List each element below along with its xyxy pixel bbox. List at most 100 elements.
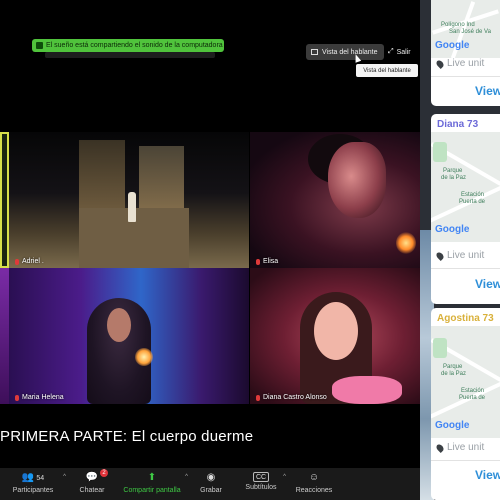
location-pin-icon [435,250,445,261]
exit-fullscreen-button[interactable]: ⤢ Salir [388,44,420,60]
participant-name-tag: Maria Helena [15,394,64,401]
share-screen-label: Compartir pantalla [123,487,181,494]
record-button[interactable]: ◉ Grabar [186,468,236,500]
sound-sharing-banner: El sueño está compartiendo el sonido de … [32,39,224,52]
map-thumbnail[interactable]: Parque de la Paz Estación Puerta de Goog… [431,132,500,242]
caption-text: PRIMERA PARTE: El cuerpo duerme [0,428,254,445]
map-label: Estación [461,388,485,394]
participant-name: Adriel . [22,258,44,265]
map-label: Parque [443,364,463,370]
candle-glow-image [135,348,153,366]
sound-sharing-text: El sueño está compartiendo el sonido de … [46,42,223,49]
chat-icon: 💬 [85,472,99,483]
record-icon: ◉ [206,472,216,483]
subtitles-label: Subtítulos [245,484,277,491]
video-tile-maria-helena[interactable]: Maria Helena [9,268,249,404]
map-thumbnail[interactable]: Parque de la Paz Estación Puerta de Goog… [431,326,500,438]
google-logo: Google [435,224,470,235]
map-label: Estación [461,192,485,198]
speaker-view-button[interactable]: Vista del hablante [306,44,384,60]
hands-image [332,376,402,404]
video-tile-adriel[interactable]: Adriel . [9,132,249,268]
muted-mic-icon [256,258,260,265]
grid-icon [311,49,318,55]
cc-icon: CC [252,472,270,482]
unit-card: Agostina 73 Parque de la Paz Estación Pu… [431,308,500,500]
live-unit-row: Live unit [435,442,485,453]
subtitles-button[interactable]: CC Subtítulos ^ [236,468,286,500]
record-label: Grabar [200,487,222,494]
park-area [433,338,447,358]
smiley-icon: ☺ [308,472,320,483]
video-tile-elisa[interactable]: Elisa [250,132,420,268]
face-image [314,302,358,360]
participants-label: Participantes [12,487,54,494]
google-logo: Google [435,420,470,431]
location-pin-icon [435,442,445,453]
share-screen-icon: ⬆ [147,472,157,483]
divider [431,268,500,269]
building-image [79,140,125,210]
divider [431,76,500,77]
video-tile-partial-left-bottom[interactable] [0,268,9,404]
unit-card: Diana 73 Parque de la Paz Estación Puert… [431,114,500,304]
live-unit-label: Live unit [447,250,485,261]
participant-name: Maria Helena [22,394,64,401]
chat-badge: 2 [100,469,108,477]
sound-sharing-subbar [45,52,215,58]
speaker-icon [36,42,43,49]
face-image [328,142,386,218]
meeting-toolbar: 👥 54 Participantes ^ 💬 2 Chatear ⬆ Compar… [0,468,420,500]
participants-icon: 👥 54 [21,472,45,483]
participants-button[interactable]: 👥 54 Participantes ^ [0,468,66,500]
chat-label: Chatear [79,487,105,494]
exit-label: Salir [396,48,411,56]
muted-mic-icon [256,394,260,401]
muted-mic-icon [15,258,19,265]
participant-name-tag: Adriel . [15,258,44,265]
map-label: Parque [443,168,463,174]
live-unit-row: Live unit [435,250,485,261]
participants-count: 54 [36,475,45,482]
live-unit-label: Live unit [447,442,485,453]
reactions-button[interactable]: ☺ Reacciones [286,468,342,500]
park-area [433,142,447,162]
unit-title: Agostina 73 [437,313,494,324]
share-screen-button[interactable]: ⬆ Compartir pantalla ^ [118,468,188,500]
zoom-meeting-window: El sueño está compartiendo el sonido de … [0,0,420,500]
participant-name: Elisa [263,258,279,265]
unit-card: Polígono Ind San José de Va Google Live … [431,0,500,106]
unit-title: Diana 73 [437,119,479,130]
video-tile-diana-castro-alonso[interactable]: Diana Castro Alonso [250,268,420,404]
map-label: Puerta de [459,199,486,205]
map-label: de la Paz [441,371,467,377]
divider [431,460,500,461]
map-label: San José de Va [449,29,491,35]
live-unit-row: Live unit [435,58,485,69]
person-figure-image [128,192,136,222]
map-label: de la Paz [441,175,467,181]
video-tile-partial-left-top[interactable] [0,132,9,268]
map-label: Polígono Ind [441,22,475,28]
participant-name-tag: Elisa [256,258,278,265]
participant-name-tag: Diana Castro Alonso [256,394,327,401]
speaker-view-label: Vista del hablante [322,48,378,56]
view-button[interactable]: View [475,84,500,98]
speaker-view-tooltip: Vista del hablante [356,64,418,77]
live-unit-label: Live unit [447,58,485,69]
chat-button[interactable]: 💬 2 Chatear [66,468,118,500]
map-thumbnail[interactable]: Polígono Ind San José de Va Google [431,0,500,58]
participant-name: Diana Castro Alonso [263,394,327,401]
candle-glow-image [396,232,416,254]
face-image [107,308,131,342]
location-pin-icon [435,58,445,69]
reactions-label: Reacciones [295,487,333,494]
muted-mic-icon [15,394,19,401]
building-image [139,146,184,208]
view-button[interactable]: View [475,468,500,482]
expand-icon: ⤢ [388,48,394,55]
view-button[interactable]: View [475,277,500,291]
map-sidebar: Polígono Ind San José de Va Google Live … [420,0,500,500]
map-label: Puerta de [459,395,486,401]
google-logo: Google [435,40,470,51]
